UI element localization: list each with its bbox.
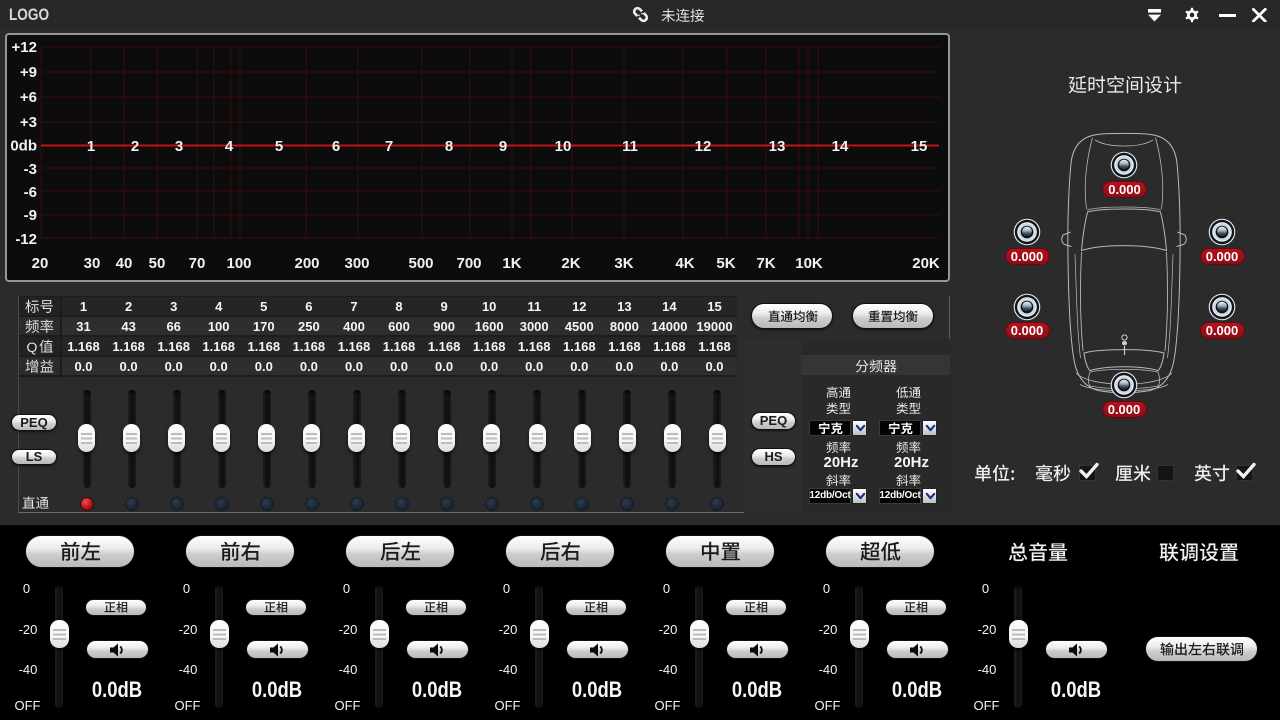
svg-text:300: 300 xyxy=(344,255,369,272)
svg-text:+12: +12 xyxy=(12,39,37,56)
svg-text:30: 30 xyxy=(84,255,101,272)
svg-text:12: 12 xyxy=(695,138,712,155)
svg-text:7K: 7K xyxy=(756,255,775,272)
svg-text:40: 40 xyxy=(116,255,133,272)
svg-text:5K: 5K xyxy=(716,255,735,272)
svg-text:4K: 4K xyxy=(675,255,694,272)
svg-text:-12: -12 xyxy=(15,231,37,248)
svg-text:70: 70 xyxy=(189,255,206,272)
svg-text:14: 14 xyxy=(832,138,849,155)
svg-text:200: 200 xyxy=(294,255,319,272)
svg-text:+9: +9 xyxy=(20,64,37,81)
svg-text:15: 15 xyxy=(911,138,928,155)
svg-text:-6: -6 xyxy=(24,184,37,201)
svg-text:1K: 1K xyxy=(502,255,521,272)
svg-text:9: 9 xyxy=(499,138,507,155)
svg-text:-9: -9 xyxy=(24,207,37,224)
svg-text:5: 5 xyxy=(275,138,283,155)
svg-text:20: 20 xyxy=(32,255,49,272)
svg-text:0db: 0db xyxy=(10,138,37,155)
svg-text:3: 3 xyxy=(175,138,183,155)
svg-text:100: 100 xyxy=(226,255,251,272)
svg-text:13: 13 xyxy=(769,138,786,155)
svg-text:1: 1 xyxy=(87,138,95,155)
svg-text:10K: 10K xyxy=(795,255,823,272)
svg-text:+3: +3 xyxy=(20,114,37,131)
svg-text:2: 2 xyxy=(131,138,139,155)
svg-text:-3: -3 xyxy=(24,161,37,178)
svg-text:2K: 2K xyxy=(561,255,580,272)
svg-text:7: 7 xyxy=(385,138,393,155)
svg-text:+6: +6 xyxy=(20,89,37,106)
svg-text:4: 4 xyxy=(225,138,234,155)
svg-text:10: 10 xyxy=(555,138,572,155)
svg-text:500: 500 xyxy=(408,255,433,272)
svg-text:700: 700 xyxy=(456,255,481,272)
svg-text:8: 8 xyxy=(445,138,453,155)
svg-text:3K: 3K xyxy=(614,255,633,272)
svg-text:6: 6 xyxy=(332,138,340,155)
svg-text:50: 50 xyxy=(149,255,166,272)
svg-text:11: 11 xyxy=(622,138,638,155)
svg-text:20K: 20K xyxy=(912,255,940,272)
